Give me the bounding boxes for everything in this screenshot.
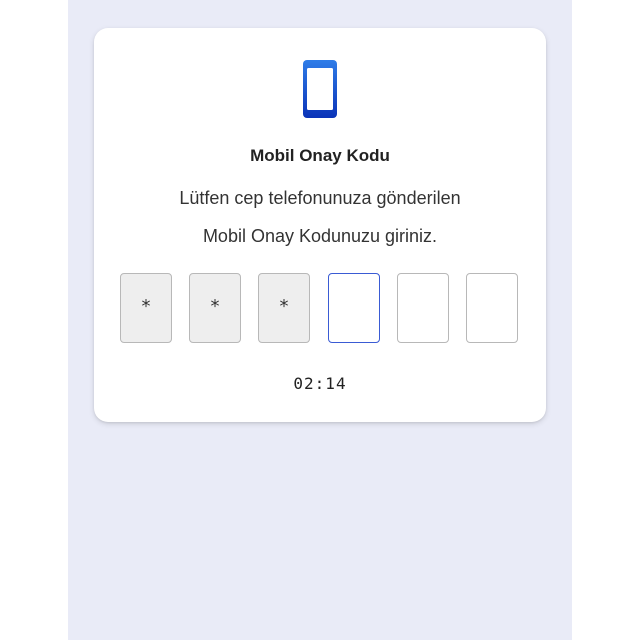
otp-digit-2[interactable]: * [189,273,241,343]
description-line-1: Lütfen cep telefonunuza gönderilen [179,188,461,208]
otp-digit-3[interactable]: * [258,273,310,343]
page-title: Mobil Onay Kodu [250,146,390,165]
countdown-timer: 02:14 [293,374,347,393]
otp-digit-6[interactable] [466,273,518,343]
description-line-2: Mobil Onay Kodunuzu giriniz. [202,226,438,246]
app-background: Mobil Onay Kodu Lütfen cep telefonunuza … [68,0,572,640]
otp-digit-5[interactable] [397,273,449,343]
mobile-phone-icon [303,60,337,118]
otp-card: Mobil Onay Kodu Lütfen cep telefonunuza … [94,28,546,422]
otp-input-row: * * * [120,273,520,345]
otp-digit-1[interactable]: * [120,273,172,343]
otp-digit-4[interactable] [328,273,380,343]
